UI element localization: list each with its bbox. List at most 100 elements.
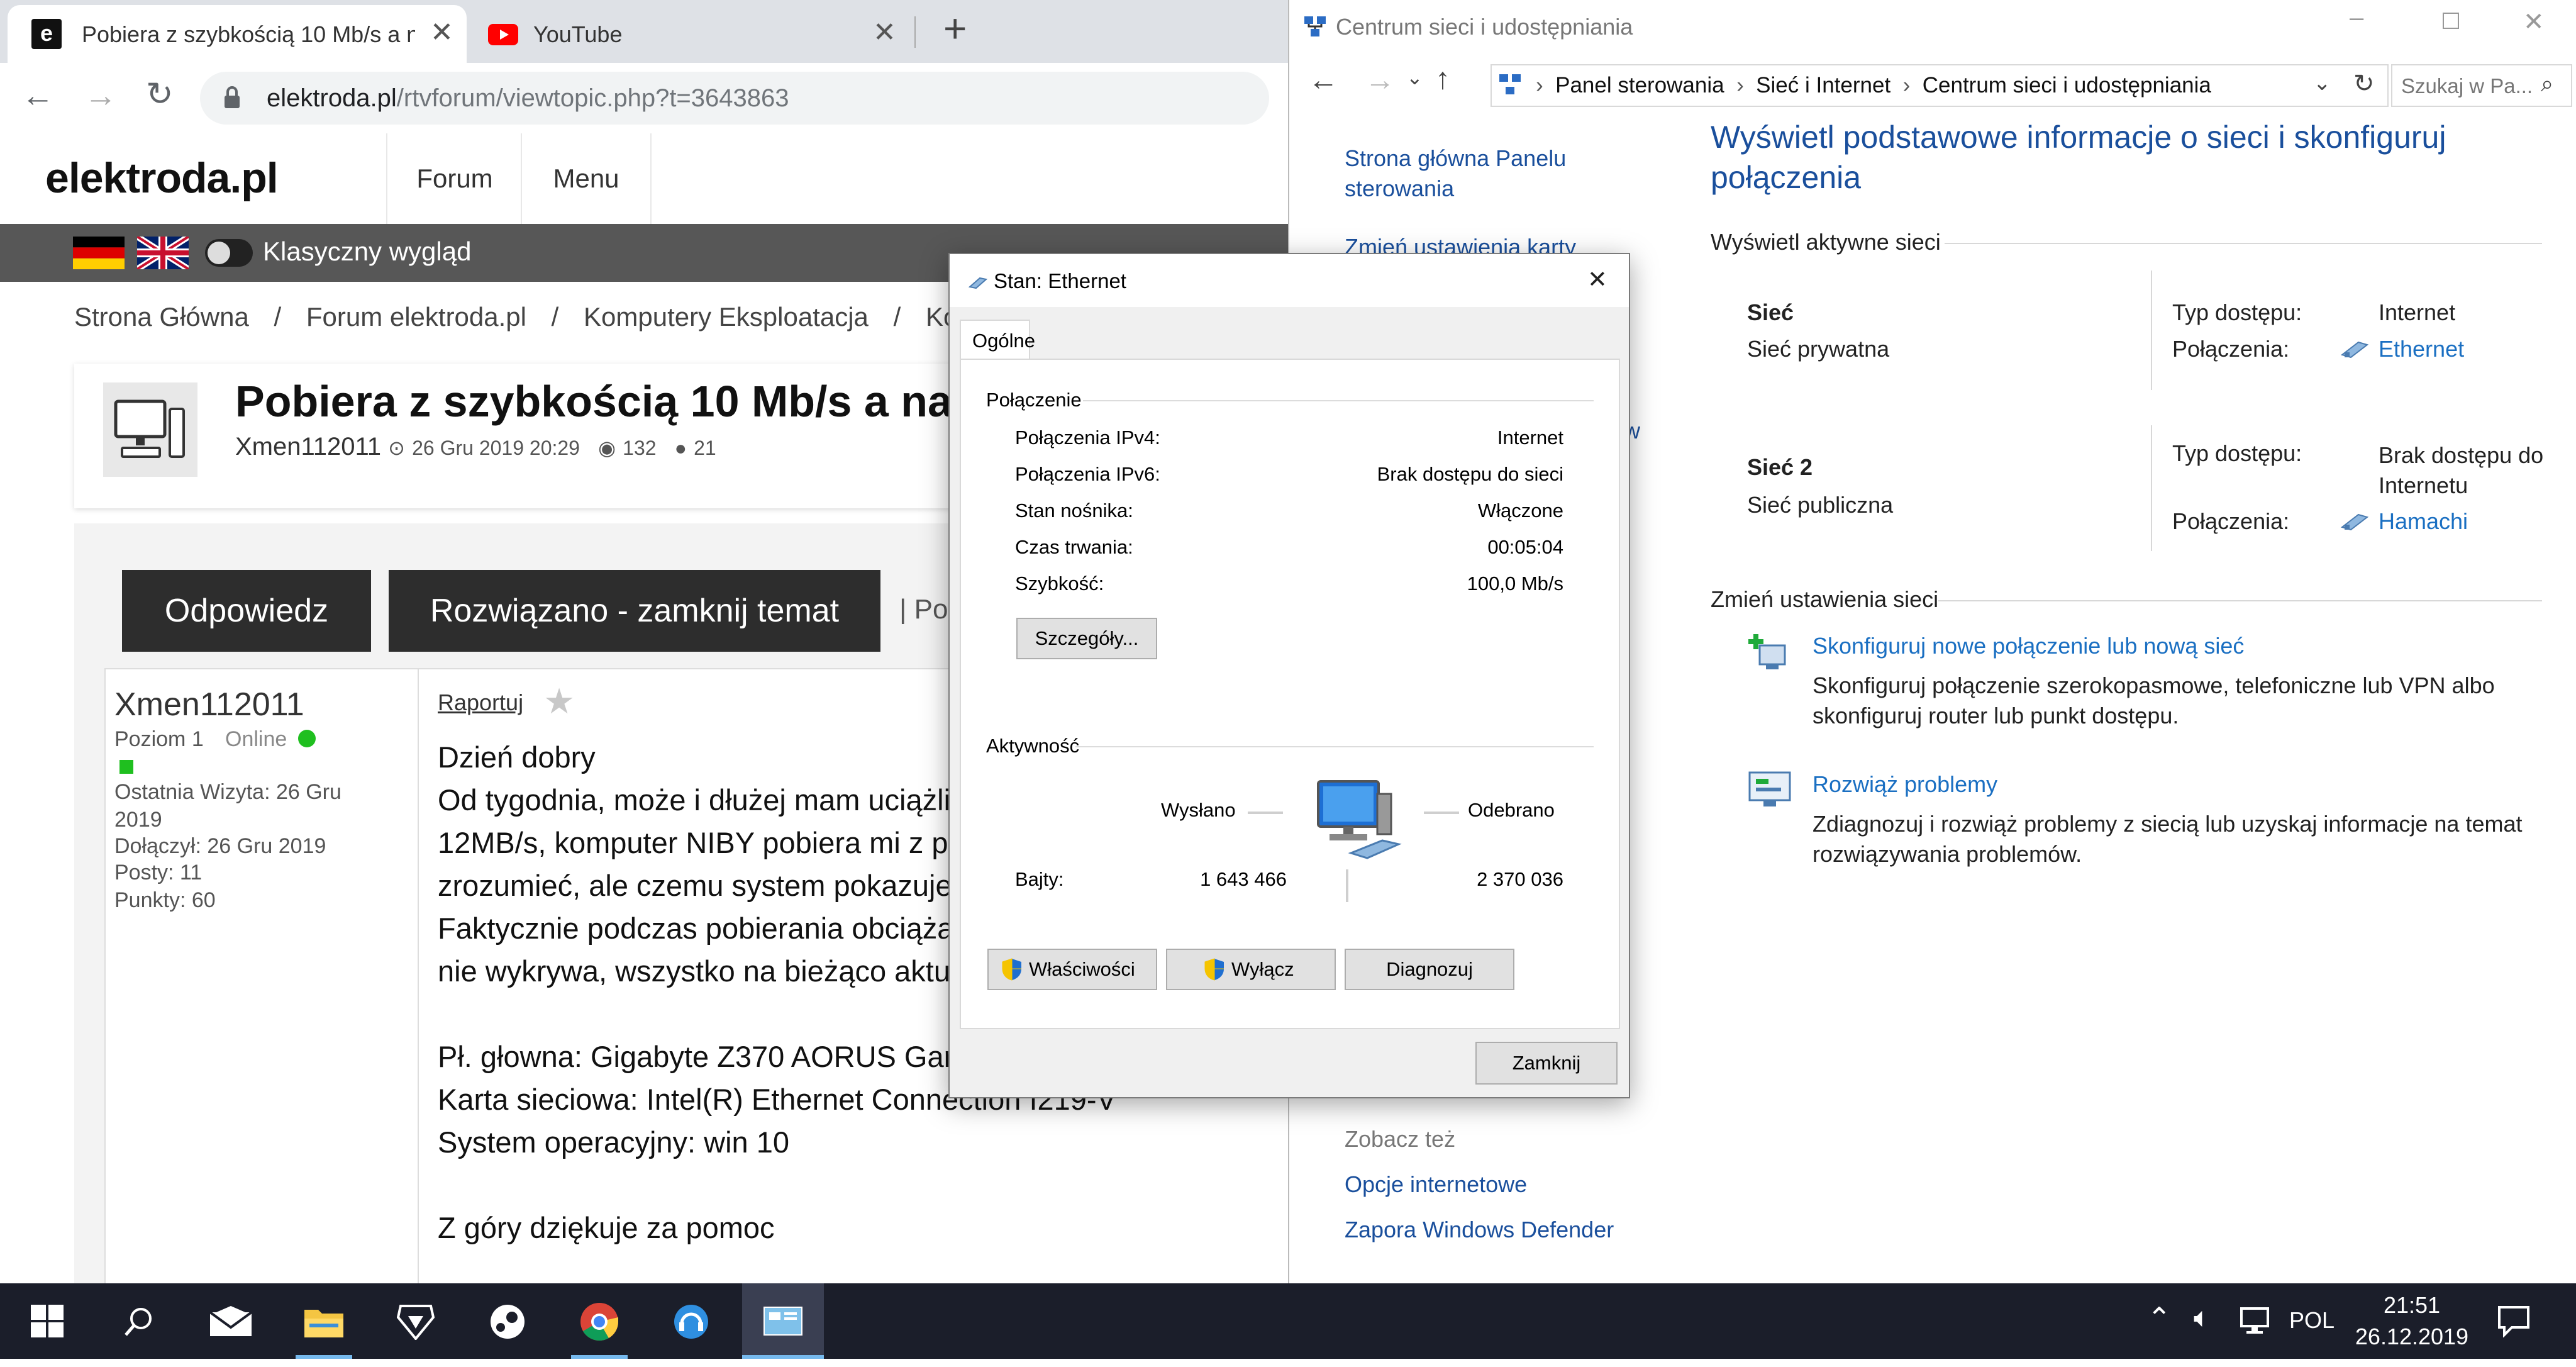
lock-icon bbox=[225, 86, 240, 108]
breadcrumb-forum[interactable]: Forum elektroda.pl bbox=[306, 302, 526, 332]
crumb-network-internet[interactable]: Sieć i Internet bbox=[1756, 73, 1890, 98]
recent-dropdown-icon[interactable]: ⌄ bbox=[1406, 65, 1423, 89]
uac-shield-icon bbox=[1002, 958, 1021, 981]
cp-breadcrumb: › Panel sterowania › Sieć i Internet › C… bbox=[1536, 73, 2211, 98]
breadcrumb: Strona Główna / Forum elektroda.pl / Kom… bbox=[74, 302, 1013, 332]
ethernet-connection-link[interactable]: Ethernet bbox=[2379, 336, 2464, 362]
diagnose-button[interactable]: Diagnozuj bbox=[1345, 949, 1514, 990]
post-line: Dzień dobry bbox=[438, 740, 596, 774]
connections-label: Połączenia: bbox=[2172, 508, 2290, 534]
user-status: Online bbox=[225, 727, 287, 751]
tab-title: YouTube bbox=[533, 21, 623, 47]
clock-time[interactable]: 21:51 bbox=[2352, 1292, 2472, 1319]
tab-youtube[interactable]: YouTube ✕ bbox=[470, 5, 904, 63]
tab-elektroda[interactable]: e Pobiera z szybkością 10 Mb/s a n ✕ bbox=[8, 5, 467, 63]
post-line: Pł. głowna: Gigabyte Z370 AORUS Gar bbox=[438, 1040, 954, 1073]
setup-new-connection-link[interactable]: Skonfiguruj nowe połączenie lub nową sie… bbox=[1813, 633, 2244, 659]
file-explorer-icon[interactable] bbox=[283, 1283, 365, 1359]
minimize-icon[interactable]: – bbox=[2350, 4, 2363, 32]
properties-button[interactable]: Właściwości bbox=[987, 949, 1157, 990]
crumb-network-center[interactable]: Centrum sieci i udostępniania bbox=[1923, 73, 2211, 98]
maximize-icon[interactable] bbox=[2443, 13, 2459, 29]
bytes-sent-value: 1 643 466 bbox=[1200, 868, 1287, 890]
chrome-icon[interactable] bbox=[558, 1283, 640, 1359]
reply-button[interactable]: Odpowiedz bbox=[122, 570, 371, 652]
breadcrumb-separator: / bbox=[551, 302, 559, 332]
tab-general-label: Ogólne bbox=[972, 330, 1035, 352]
dialog-title-bar: Stan: Ethernet ✕ bbox=[950, 254, 1629, 307]
search-placeholder: Szukaj w Pa... bbox=[2401, 74, 2533, 98]
duration-label: Czas trwania: bbox=[1015, 536, 1133, 558]
cp-window-title: Centrum sieci i udostępniania bbox=[1336, 14, 1633, 40]
start-icon[interactable] bbox=[6, 1283, 88, 1359]
close-tab-icon[interactable]: ✕ bbox=[430, 16, 453, 48]
cp-search-box[interactable]: Szukaj w Pa... ⌕ bbox=[2391, 64, 2572, 107]
site-logo[interactable]: elektroda.pl bbox=[45, 153, 279, 203]
clock-date[interactable]: 26.12.2019 bbox=[2352, 1324, 2472, 1350]
new-tab-button[interactable]: + bbox=[943, 5, 967, 52]
close-tab-icon[interactable]: ✕ bbox=[873, 16, 896, 48]
breadcrumb-category[interactable]: Komputery Eksploatacja bbox=[584, 302, 869, 332]
rank-bar-icon bbox=[119, 760, 133, 774]
breadcrumb-home[interactable]: Strona Główna bbox=[74, 302, 249, 332]
activity-group-label: Aktywność bbox=[986, 735, 1080, 757]
language-indicator[interactable]: POL bbox=[2289, 1307, 2334, 1334]
divider bbox=[1075, 746, 1594, 747]
more-actions[interactable]: | Po bbox=[899, 594, 948, 625]
hamachi-connection-link[interactable]: Hamachi bbox=[2379, 508, 2468, 535]
close-topic-button[interactable]: Rozwiązano - zamknij temat bbox=[389, 570, 880, 652]
search-icon[interactable]: ⌕ bbox=[2541, 70, 2553, 98]
network-type: Sieć publiczna bbox=[1747, 492, 1894, 518]
reload-icon[interactable]: ↻ bbox=[146, 75, 174, 113]
url-text: elektroda.pl/rtvforum/viewtopic.php?t=36… bbox=[267, 84, 789, 112]
defender-firewall-link[interactable]: Zapora Windows Defender bbox=[1345, 1217, 1614, 1243]
up-icon[interactable]: ↑ bbox=[1435, 62, 1450, 96]
path-dropdown-icon[interactable]: ⌄ bbox=[2313, 70, 2331, 96]
crumb-control-panel[interactable]: Panel sterowania bbox=[1555, 73, 1724, 98]
cp-home-link[interactable]: Strona główna Panelu sterowania bbox=[1345, 143, 1609, 204]
nav-forum[interactable]: Forum bbox=[386, 133, 522, 224]
running-indicator bbox=[296, 1355, 352, 1359]
post-author-name[interactable]: Xmen112011 bbox=[114, 686, 304, 723]
support-headset-icon[interactable] bbox=[650, 1283, 732, 1359]
msi-dragon-icon[interactable] bbox=[375, 1283, 457, 1359]
divider bbox=[1945, 243, 2542, 244]
last-visit-year: 2019 bbox=[114, 808, 162, 832]
classic-view-toggle[interactable] bbox=[205, 239, 253, 267]
tray-expand-icon[interactable]: ⌃ bbox=[2147, 1301, 2172, 1335]
browser-toolbar: ← → ↻ elektroda.pl/rtvforum/viewtopic.ph… bbox=[0, 63, 1288, 135]
address-bar[interactable]: elektroda.pl/rtvforum/viewtopic.php?t=36… bbox=[200, 72, 1269, 125]
access-type-label: Typ dostępu: bbox=[2172, 299, 2302, 325]
tab-general[interactable]: Ogólne bbox=[960, 320, 1035, 360]
tab-separator bbox=[914, 16, 916, 48]
close-icon[interactable]: ✕ bbox=[2523, 8, 2545, 36]
mail-icon[interactable] bbox=[190, 1283, 272, 1359]
refresh-icon[interactable]: ↻ bbox=[2353, 69, 2375, 98]
uk-flag-icon[interactable] bbox=[137, 237, 189, 269]
topic-date: 26 Gru 2019 20:29 bbox=[412, 437, 580, 459]
volume-icon[interactable]: 🔈︎ bbox=[2194, 1302, 2210, 1334]
disable-button[interactable]: Wyłącz bbox=[1166, 949, 1336, 990]
new-connection-icon bbox=[1748, 634, 1786, 669]
back-icon[interactable]: ← bbox=[1308, 63, 1338, 98]
close-button[interactable]: Zamknij bbox=[1475, 1042, 1618, 1085]
network-tray-icon[interactable] bbox=[2239, 1307, 2270, 1335]
internet-options-link[interactable]: Opcje internetowe bbox=[1345, 1171, 1527, 1198]
topic-author[interactable]: Xmen112011 bbox=[235, 433, 381, 460]
close-icon[interactable]: ✕ bbox=[1587, 265, 1607, 294]
control-panel-icon[interactable] bbox=[742, 1283, 824, 1359]
report-link[interactable]: Raportuj bbox=[438, 689, 523, 716]
action-center-icon[interactable] bbox=[2497, 1305, 2531, 1337]
star-icon[interactable]: ★ bbox=[543, 681, 575, 722]
nav-menu[interactable]: Menu bbox=[521, 133, 652, 224]
steam-icon[interactable] bbox=[467, 1283, 548, 1359]
hamachi-adapter-icon bbox=[2340, 513, 2369, 531]
back-icon[interactable]: ← bbox=[21, 77, 54, 114]
cp-path-box[interactable]: › Panel sterowania › Sieć i Internet › C… bbox=[1491, 64, 2389, 107]
details-button[interactable]: Szczegóły... bbox=[1016, 618, 1157, 659]
forward-icon[interactable]: → bbox=[84, 77, 117, 114]
forward-icon[interactable]: → bbox=[1365, 63, 1395, 98]
troubleshoot-link[interactable]: Rozwiąż problemy bbox=[1813, 771, 1997, 798]
german-flag-icon[interactable] bbox=[73, 237, 125, 269]
search-icon[interactable] bbox=[98, 1283, 180, 1359]
